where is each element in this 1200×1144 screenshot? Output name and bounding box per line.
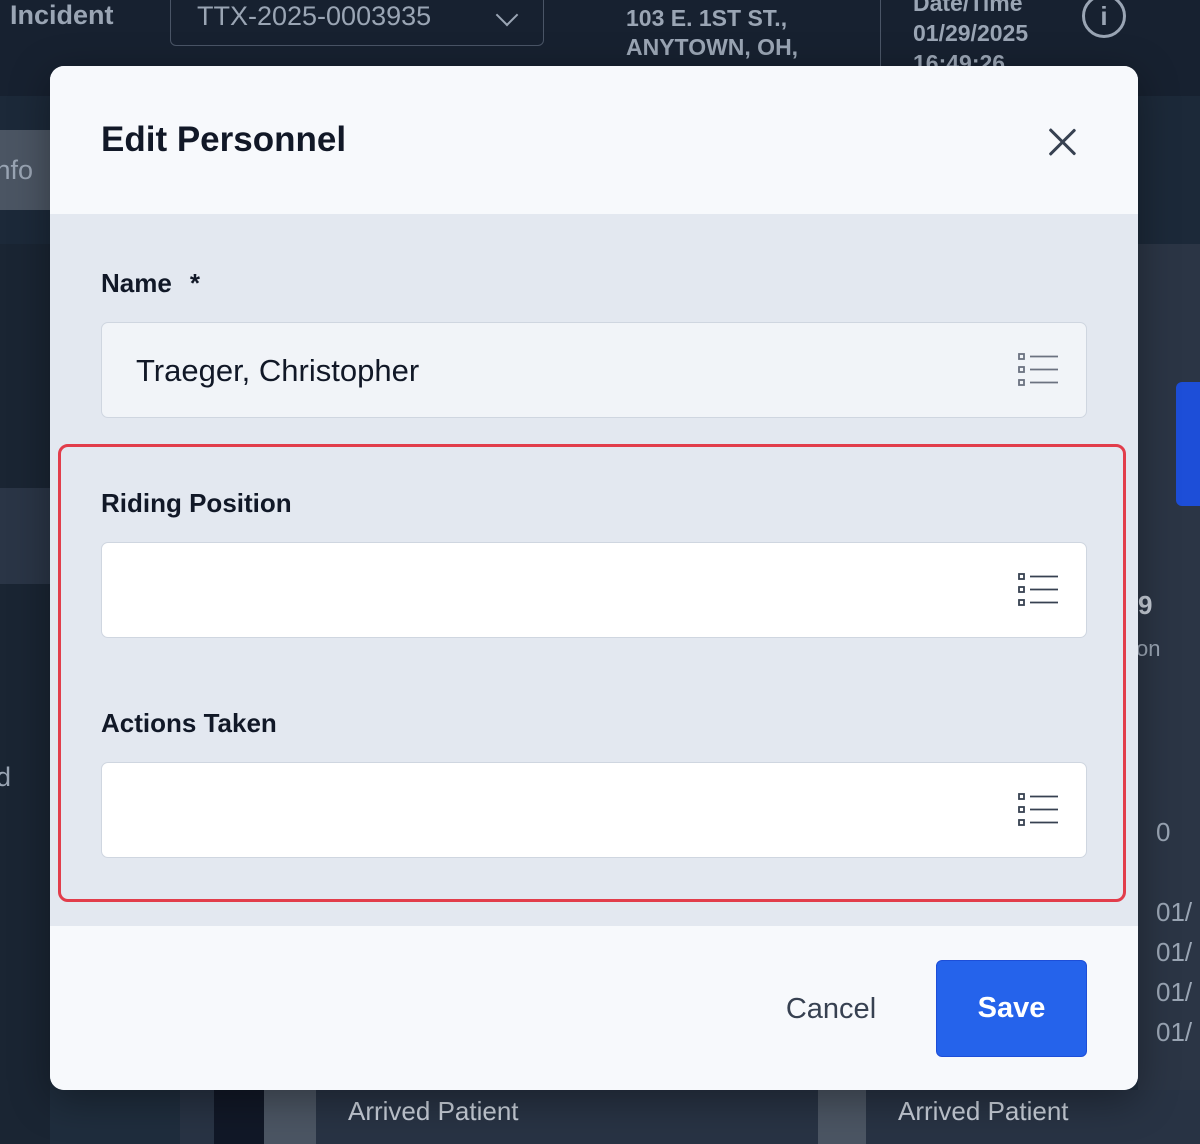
required-marker: * (189, 268, 200, 298)
address-line: 103 E. 1ST ST., (626, 5, 788, 31)
right-panel-dates: 0 01/ 01/ 01/ 01/ (1156, 812, 1192, 1052)
row-cell (818, 1090, 866, 1144)
dialog-title: Edit Personnel (101, 120, 347, 159)
actions-taken-label: Actions Taken (101, 708, 277, 738)
dialog-header: Edit Personnel (50, 66, 1138, 214)
close-icon[interactable] (1042, 122, 1082, 162)
row-cell (214, 1090, 264, 1144)
right-panel-date: 01/ (1156, 1017, 1193, 1047)
right-panel-button[interactable] (1176, 382, 1200, 506)
sidebar-item-active[interactable] (0, 488, 50, 584)
right-panel-date: 01/ (1156, 937, 1193, 967)
incident-selector[interactable]: TTX-2025-0003935 (170, 0, 544, 46)
name-label: Name * (101, 268, 200, 299)
header-divider (880, 0, 881, 66)
incident-datetime: Date/Time 01/29/2025 16:49:26 (913, 0, 1073, 66)
riding-position-field[interactable] (101, 542, 1087, 638)
edit-personnel-dialog: Edit Personnel Name * Traeger, Christophe… (50, 66, 1138, 1090)
name-value: Traeger, Christopher (136, 353, 420, 388)
list-icon[interactable] (1018, 353, 1060, 387)
incident-time: 16:49:26 (913, 50, 1006, 66)
incident-label: Incident (10, 0, 114, 30)
app-sidebar (0, 244, 50, 1144)
right-panel-date: 01/ (1156, 897, 1193, 927)
sidebar-item-label: d (0, 762, 12, 792)
row-cell (264, 1090, 316, 1144)
actions-taken-field[interactable] (101, 762, 1087, 858)
riding-position-label: Riding Position (101, 488, 292, 518)
list-icon[interactable] (1018, 793, 1060, 827)
datetime-label: Date/Time (913, 0, 1023, 16)
list-icon[interactable] (1018, 573, 1060, 607)
chevron-down-icon (495, 3, 519, 27)
right-panel-date: 01/ (1156, 977, 1193, 1007)
status-text: Arrived Patient (898, 1096, 1069, 1126)
incident-date: 01/29/2025 (913, 20, 1029, 46)
name-field[interactable]: Traeger, Christopher (101, 322, 1087, 418)
status-text: Arrived Patient (348, 1096, 519, 1126)
dialog-footer: Cancel Save (50, 926, 1138, 1090)
incident-address: 103 E. 1ST ST., ANYTOWN, OH, 45000 (626, 4, 866, 66)
tab-info[interactable]: Info (0, 130, 50, 210)
right-panel-value: 9 (1138, 590, 1153, 620)
save-button[interactable]: Save (936, 960, 1087, 1057)
right-panel-label: on (1136, 636, 1161, 661)
info-icon[interactable]: i (1082, 0, 1126, 38)
address-line: ANYTOWN, OH, (626, 34, 799, 60)
incident-number: TTX-2025-0003935 (197, 1, 432, 31)
cancel-button[interactable]: Cancel (766, 984, 896, 1034)
name-label-text: Name (101, 268, 172, 298)
right-panel-date: 0 (1156, 817, 1171, 847)
